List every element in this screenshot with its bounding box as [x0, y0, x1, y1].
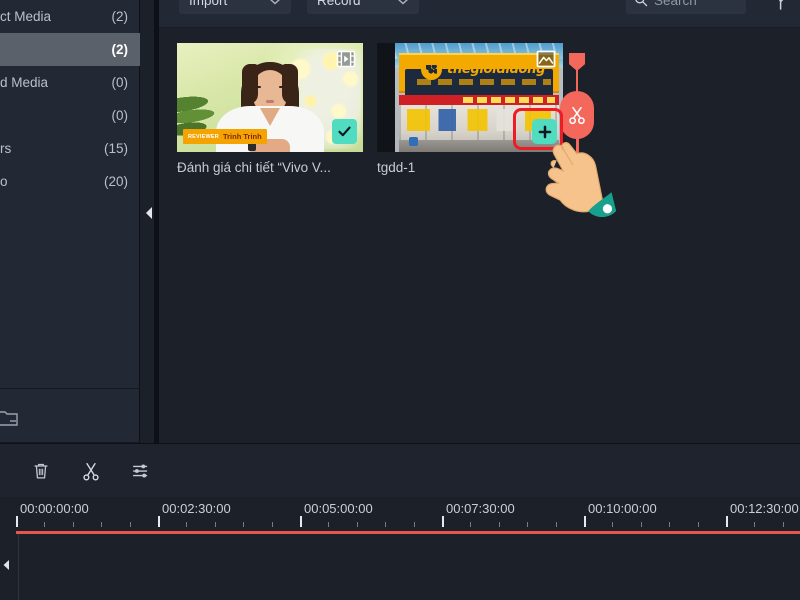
ruler-timecode-label: 00:10:00:00	[588, 501, 657, 516]
ruler-minor-tick	[470, 522, 472, 527]
media-item[interactable]: REVIEWER Trinh Trinh Đánh giá chi tiết “…	[177, 43, 363, 175]
ruler-major-tick	[158, 516, 160, 527]
sidebar-item-label: o	[0, 174, 8, 189]
sidebar-item-fifth[interactable]: o (20)	[0, 165, 140, 198]
thumbnail-lower-third-banner: REVIEWER Trinh Trinh	[183, 129, 267, 144]
banner-name-label: Trinh Trinh	[222, 132, 262, 141]
chevron-down-icon	[255, 0, 281, 8]
sidebar-item-label: ct Media	[0, 9, 52, 24]
ruler-minor-tick	[612, 522, 614, 527]
media-item[interactable]: thegioididong tgdd-1	[377, 43, 563, 175]
search-icon	[634, 0, 648, 7]
record-button[interactable]: Record	[307, 0, 419, 14]
import-button[interactable]: Import	[179, 0, 291, 14]
timeline-track-area[interactable]	[0, 534, 800, 600]
filter-funnel-icon[interactable]	[771, 0, 791, 12]
ruler-major-tick	[726, 516, 728, 527]
track-header-splitter	[18, 534, 19, 600]
ruler-timecode-label: 00:07:30:00	[446, 501, 515, 516]
store-brand-label: thegioididong	[447, 62, 546, 77]
sidebar-item-label: rs	[0, 141, 12, 156]
media-toolbar: Import Record	[159, 0, 800, 28]
media-library-sidebar: ct Media (2) (2) d Media (0) (0) rs (15)…	[0, 0, 140, 443]
media-thumbnail[interactable]: REVIEWER Trinh Trinh	[177, 43, 363, 152]
ruler-minor-tick	[555, 522, 557, 527]
ruler-minor-tick	[669, 522, 671, 527]
ruler-minor-tick	[527, 522, 529, 527]
ruler-minor-tick	[640, 522, 642, 527]
scissors-icon[interactable]	[78, 458, 104, 484]
sidebar-item-fourth[interactable]: rs (15)	[0, 132, 140, 165]
search-input[interactable]	[654, 0, 738, 8]
ruler-minor-tick	[754, 522, 756, 527]
ruler-minor-tick	[186, 522, 188, 527]
media-grid: REVIEWER Trinh Trinh Đánh giá chi tiết “…	[159, 28, 800, 443]
video-editor-window: ct Media (2) (2) d Media (0) (0) rs (15)…	[0, 0, 800, 600]
timeline-panel: 00:00:00:00 00:02:30:00 00:05:00:00 00:0…	[0, 443, 800, 600]
timeline-toolbar	[0, 444, 800, 497]
media-added-check-badge[interactable]	[332, 119, 357, 144]
ruler-minor-tick	[697, 522, 699, 527]
sidebar-item-count: (0)	[111, 75, 129, 90]
chevron-down-icon	[383, 0, 409, 8]
ruler-timecode-label: 00:12:30:00	[730, 501, 799, 516]
track-collapse-left-arrow-icon[interactable]	[0, 558, 12, 572]
image-icon	[535, 49, 557, 69]
media-browser-panel: Import Record Search REVIEWER Trinh Trin…	[159, 0, 800, 443]
sidebar-item-count: (2)	[111, 42, 129, 57]
ruler-minor-tick	[385, 522, 387, 527]
ruler-minor-tick	[328, 522, 330, 527]
ruler-minor-tick	[782, 522, 784, 527]
sidebar-category-list: ct Media (2) (2) d Media (0) (0) rs (15)…	[0, 0, 140, 198]
film-strip-icon	[335, 49, 357, 69]
sidebar-item-count: (0)	[111, 108, 129, 123]
ruler-minor-tick	[243, 522, 245, 527]
sidebar-divider	[0, 388, 140, 389]
ruler-minor-tick	[129, 522, 131, 527]
banner-brand-label: REVIEWER	[188, 133, 219, 140]
sidebar-item-project-media[interactable]: ct Media (2)	[0, 0, 140, 33]
sidebar-item-label: d Media	[0, 75, 49, 90]
ruler-minor-tick	[498, 522, 500, 527]
timeline-ruler[interactable]: 00:00:00:00 00:02:30:00 00:05:00:00 00:0…	[0, 497, 800, 533]
sidebar-item-recorded-media[interactable]: d Media (0)	[0, 66, 140, 99]
ruler-major-tick	[16, 516, 18, 527]
add-to-timeline-button[interactable]	[532, 119, 557, 144]
ruler-major-tick	[584, 516, 586, 527]
sidebar-item-count: (15)	[103, 141, 128, 156]
record-button-label: Record	[317, 0, 361, 8]
ruler-major-tick	[300, 516, 302, 527]
import-button-label: Import	[189, 0, 228, 8]
ruler-major-tick	[442, 516, 444, 527]
ruler-timecode-label: 00:00:00:00	[20, 501, 89, 516]
ruler-minor-tick	[72, 522, 74, 527]
ruler-timecode-label: 00:05:00:00	[304, 501, 373, 516]
sliders-icon[interactable]	[128, 458, 154, 484]
ruler-minor-tick	[271, 522, 273, 527]
ruler-minor-tick	[413, 522, 415, 527]
media-thumbnail[interactable]: thegioididong	[377, 43, 563, 152]
ruler-minor-tick	[44, 522, 46, 527]
ruler-timecode-label: 00:02:30:00	[162, 501, 231, 516]
sidebar-item-count: (2)	[111, 9, 129, 24]
sidebar-item-selected[interactable]: (2)	[0, 33, 140, 66]
search-box[interactable]	[626, 0, 746, 14]
trash-icon[interactable]	[28, 458, 54, 484]
sidebar-item-third[interactable]: (0)	[0, 99, 140, 132]
ruler-minor-tick	[101, 522, 103, 527]
sidebar-item-count: (20)	[103, 174, 128, 189]
media-item-name: Đánh giá chi tiết “Vivo V...	[177, 160, 331, 175]
media-item-name: tgdd-1	[377, 160, 416, 175]
ruler-minor-tick	[214, 522, 216, 527]
new-folder-icon[interactable]	[0, 406, 24, 430]
ruler-minor-tick	[356, 522, 358, 527]
